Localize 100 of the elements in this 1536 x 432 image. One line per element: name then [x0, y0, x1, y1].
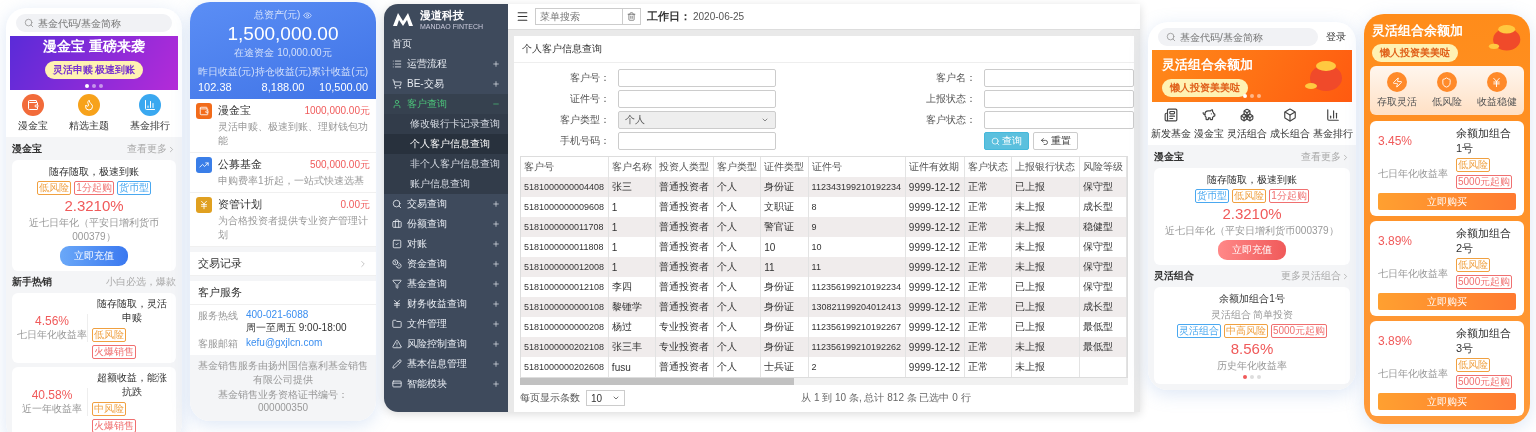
sidebar-subitem[interactable]: 非个人客户信息查询: [384, 154, 508, 174]
section-title: 漫金宝: [12, 142, 42, 156]
filter-icon: [392, 279, 402, 289]
carousel-dot[interactable]: [1243, 375, 1247, 379]
holding-amount: 1000,000.00元: [304, 103, 370, 118]
carousel-dot[interactable]: [1250, 375, 1254, 379]
sidebar-item[interactable]: 资金查询: [384, 254, 508, 274]
sidebar-item[interactable]: BE-交易: [384, 74, 508, 94]
sidebar-item[interactable]: 运营流程: [384, 54, 508, 74]
column-header: 客户类型: [713, 157, 761, 177]
tag: 5000元起购: [1270, 324, 1328, 338]
sidebar-subitem[interactable]: 个人客户信息查询: [384, 134, 508, 154]
rate-label: 七日年化收益率: [1378, 166, 1449, 181]
sidebar-subitem[interactable]: 修改银行卡记录查询: [384, 114, 508, 134]
field-label: 客户类型：: [559, 113, 610, 127]
sidebar-item[interactable]: 首页: [384, 34, 508, 54]
sidebar-item[interactable]: 客户查询: [384, 94, 508, 114]
plus-icon: [492, 80, 500, 88]
table-cell: 个人: [713, 357, 761, 377]
plus-icon: [492, 360, 500, 368]
shortcut-label[interactable]: 成长组合: [1269, 127, 1310, 141]
shortcut-label[interactable]: 基金排行: [129, 119, 170, 133]
shortcut-label[interactable]: 新发基金: [1151, 127, 1192, 141]
carousel-dot[interactable]: [99, 84, 103, 88]
chevron-icon: [1341, 152, 1350, 162]
login-link[interactable]: 登录: [1326, 30, 1346, 44]
folder-icon: [392, 319, 402, 329]
list-icon: [392, 59, 402, 69]
sidebar-subitem[interactable]: 账户信息查询: [384, 174, 508, 194]
plus-icon: [492, 320, 500, 328]
input-field[interactable]: [984, 111, 1134, 129]
tag: 货币型: [116, 181, 151, 195]
input-field[interactable]: [618, 69, 776, 87]
sidebar-item[interactable]: 份额查询: [384, 214, 508, 234]
flame-icon[interactable]: [78, 94, 100, 116]
in-transit-funds: 在途资金 10,000.00元: [234, 46, 332, 60]
tag: 低风险: [92, 328, 126, 342]
menu-search-field[interactable]: 菜单搜索: [535, 8, 623, 25]
plus-icon: [492, 220, 500, 228]
column-header: 证件号: [808, 157, 906, 177]
sidebar-item[interactable]: 文件管理: [384, 314, 508, 334]
shield-icon: [1437, 72, 1457, 92]
input-field[interactable]: [618, 132, 776, 150]
holding-name: 漫金宝: [218, 103, 251, 118]
banner-subtitle: 懒人投资美美哒: [1372, 44, 1458, 62]
search-field[interactable]: 基金代码/基金简称: [1158, 28, 1318, 46]
carousel-dot[interactable]: [92, 84, 96, 88]
eye-icon[interactable]: [303, 10, 313, 20]
money-bag-drawing: [1488, 22, 1522, 52]
shortcut-label[interactable]: 漫金宝: [1194, 127, 1225, 141]
carousel-dot[interactable]: [1257, 375, 1261, 379]
caret-icon: [612, 394, 621, 402]
rate-label: 七日年化收益率: [17, 328, 87, 342]
sidebar-item[interactable]: 财务收益查询: [384, 294, 508, 314]
trash-icon[interactable]: [623, 8, 641, 25]
shortcut-label[interactable]: 灵活组合: [1227, 127, 1267, 141]
yield-rate: 8.56%: [1230, 340, 1274, 357]
table-cell: 未上报: [1011, 357, 1079, 377]
holding-row[interactable]: 漫金宝 1000,000.00元 灵活申赎、极速到账、理财钱包功能: [190, 99, 376, 153]
table-cell: 9999-12-12: [905, 357, 964, 377]
carousel-dot[interactable]: [1250, 94, 1254, 98]
shortcut-label[interactable]: 基金排行: [1312, 127, 1353, 141]
chevron-icon: [358, 258, 368, 269]
carousel-dot[interactable]: [85, 84, 89, 88]
contact-link[interactable]: 400-021-6088: [246, 309, 347, 320]
holding-description: 灵活申赎、极速到账、理财钱包功能: [218, 120, 369, 148]
plus-icon: [492, 280, 500, 288]
holding-name: 公募基金: [218, 157, 262, 172]
wallet-icon[interactable]: [22, 94, 45, 116]
sidebar-item[interactable]: 智能模块: [384, 374, 508, 394]
sidebar-item[interactable]: 对账: [384, 234, 508, 254]
contact-link[interactable]: kefu@gxjlcn.com: [246, 337, 323, 348]
shortcut-label[interactable]: 精选主题: [69, 119, 109, 133]
holding-amount: 500,000.00元: [309, 157, 370, 172]
carousel-dot[interactable]: [1257, 94, 1261, 98]
sidebar-item[interactable]: 基本信息管理: [384, 354, 508, 374]
warning-icon: [392, 339, 402, 349]
menu-icon[interactable]: [516, 10, 529, 23]
page-size-select[interactable]: 10: [586, 390, 626, 406]
sidebar-item[interactable]: 基金查询: [384, 274, 508, 294]
table-cell: 5181000000202608: [521, 357, 609, 377]
input-field[interactable]: [984, 69, 1134, 87]
sidebar-item[interactable]: 交易查询: [384, 194, 508, 214]
tag: 中高风险: [1223, 324, 1268, 338]
search-field[interactable]: 基金代码/基金简称: [16, 14, 172, 32]
tag: 低风险: [1456, 258, 1490, 272]
tag: 火爆销售: [92, 345, 136, 359]
section-title: 漫金宝: [1154, 150, 1184, 164]
input-field[interactable]: [618, 90, 776, 108]
sidebar-item[interactable]: 风险控制查询: [384, 334, 508, 354]
tag: 中风险: [92, 402, 126, 416]
shortcut-label[interactable]: 漫金宝: [18, 119, 49, 133]
logo-name: 漫道科技: [420, 8, 465, 23]
yield-rate: 2.3210%: [1222, 205, 1282, 222]
reset-button[interactable]: 重置: [1033, 132, 1078, 150]
horizontal-scrollbar[interactable]: [520, 378, 1128, 385]
input-field[interactable]: [984, 90, 1134, 108]
caret-icon: [761, 116, 769, 124]
tag: 低风险: [1456, 158, 1490, 172]
carousel-dot[interactable]: [1243, 94, 1247, 98]
